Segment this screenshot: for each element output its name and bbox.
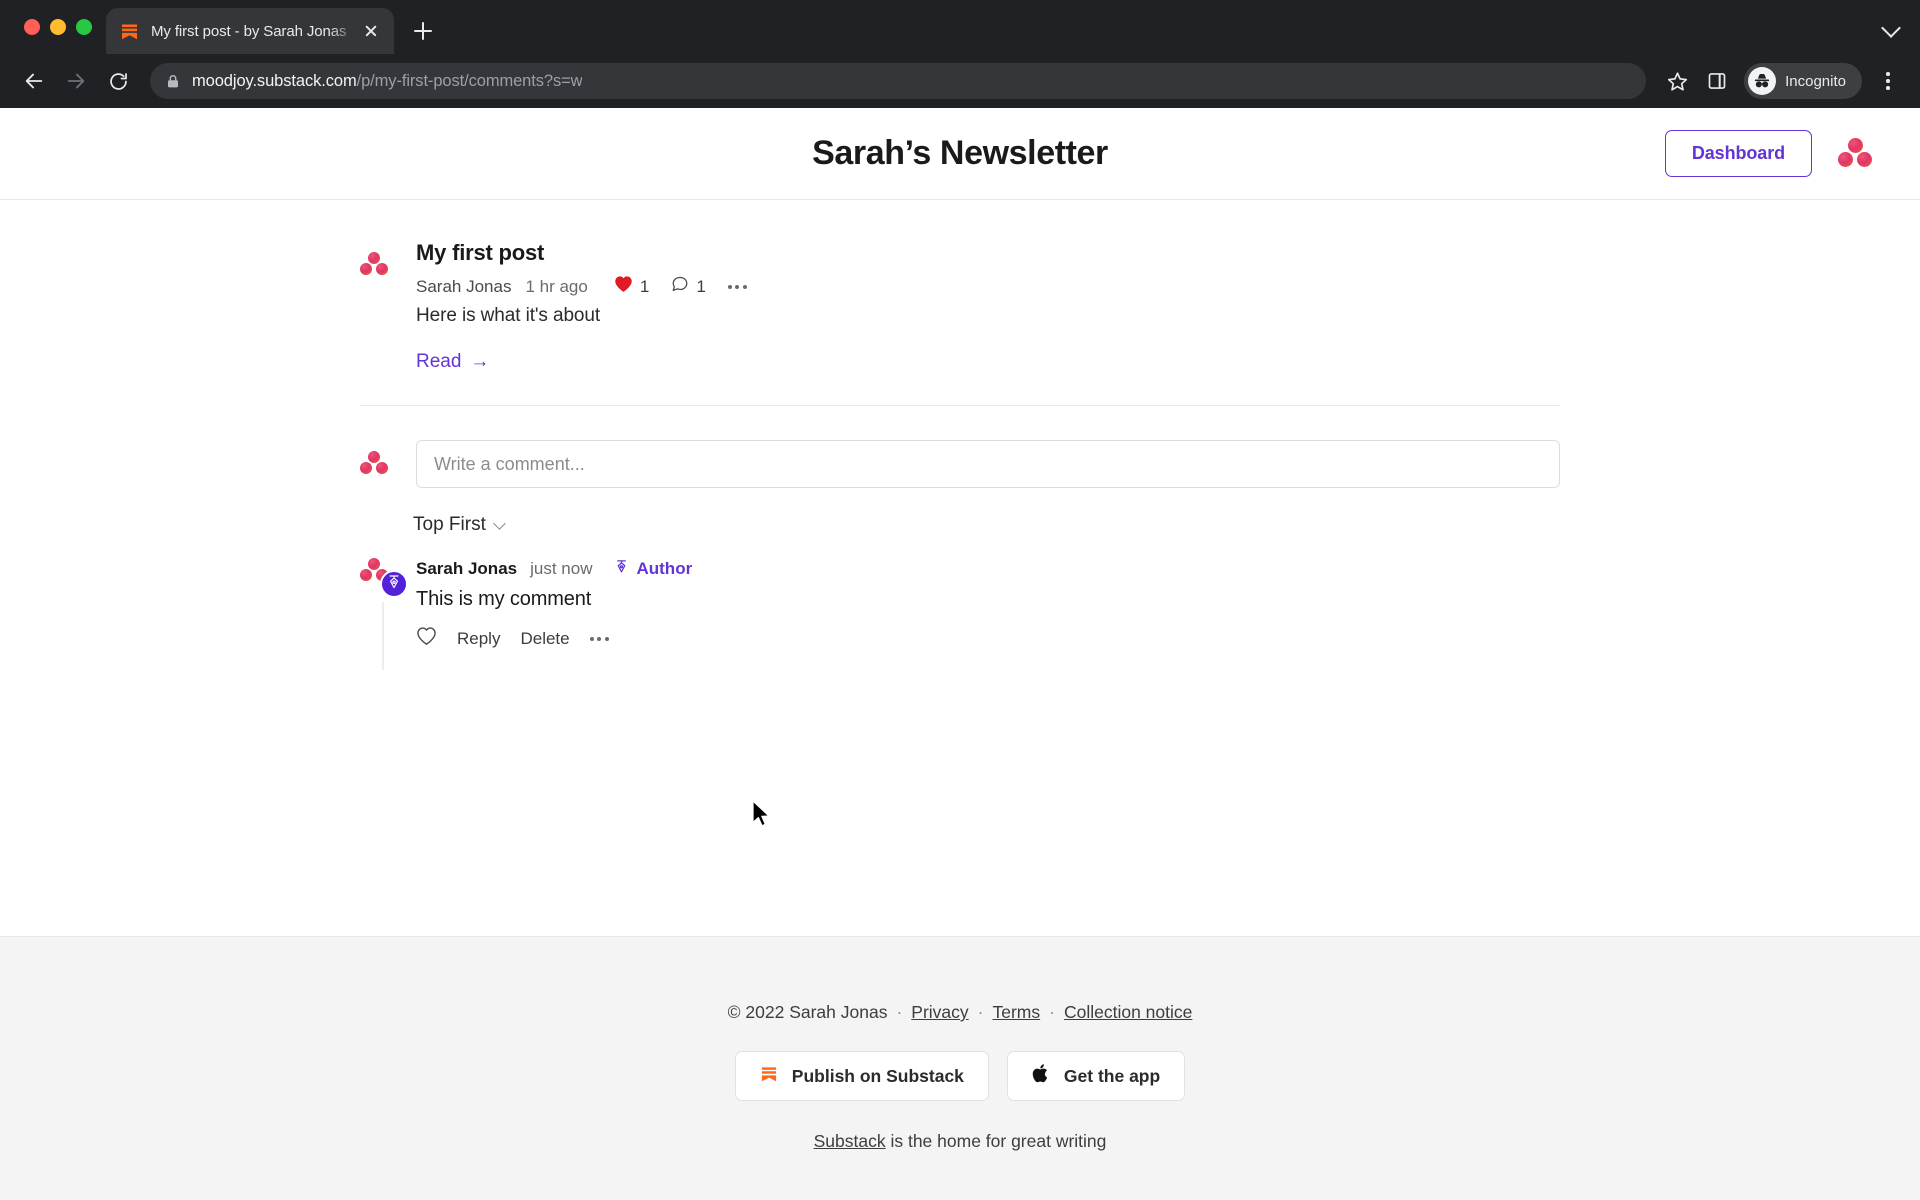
site-header: Sarah’s Newsletter Dashboard [0,108,1920,200]
mouse-cursor [751,800,773,835]
comment-actions: Reply Delete [416,626,1560,651]
pen-nib-icon [614,559,629,579]
window-minimize-button[interactable] [50,19,66,35]
get-the-app-button[interactable]: Get the app [1006,1051,1186,1101]
heart-outline-icon[interactable] [416,626,437,651]
browser-toolbar: moodjoy.substack.com/p/my-first-post/com… [0,54,1920,108]
substack-logo-avatar[interactable] [1838,137,1872,170]
post-body: My first post Sarah Jonas 1 hr ago 1 1 H… [416,240,1560,373]
post-title[interactable]: My first post [416,240,1560,266]
post-author: Sarah Jonas [416,276,512,296]
profile-label: Incognito [1785,72,1846,90]
copyright-text: © 2022 Sarah Jonas [727,1002,888,1022]
substack-link[interactable]: Substack [814,1131,886,1151]
page-content: Sarah’s Newsletter Dashboard My first po… [0,108,1920,1200]
back-arrow-icon[interactable] [14,61,54,101]
comment-input[interactable] [416,440,1560,488]
incognito-icon [1748,67,1777,95]
comment-composer [360,440,1560,488]
post-like-count[interactable]: 1 [614,275,649,298]
post-comment-count[interactable]: 1 [671,275,706,298]
ellipsis-icon[interactable] [727,284,747,289]
pen-nib-icon [386,574,402,595]
post-time: 1 hr ago [525,276,588,296]
composer-avatar [360,451,416,477]
separator-dot: · [977,1002,984,1022]
star-icon[interactable] [1658,62,1696,100]
window-close-button[interactable] [24,19,40,35]
tab-strip: My first post - by Sarah Jonas [0,0,1920,54]
footer-buttons: Publish on Substack Get the app [734,1051,1186,1101]
main-content: My first post Sarah Jonas 1 hr ago 1 1 H… [360,200,1560,670]
comment-reply-button[interactable]: Reply [457,629,500,649]
site-footer: © 2022 Sarah Jonas · Privacy · Terms · C… [0,936,1920,1200]
post-avatar [360,240,416,373]
comment-item: Sarah Jonas just now Author This is my c… [360,558,1560,670]
comment-author-name[interactable]: Sarah Jonas [416,559,517,579]
forward-arrow-icon[interactable] [56,61,96,101]
read-link[interactable]: Read → [416,351,489,373]
ellipsis-icon[interactable] [589,636,609,641]
window-traffic-lights [14,0,106,54]
thread-line [382,602,384,670]
kebab-menu-icon[interactable] [1870,62,1906,100]
window-maximize-button[interactable] [76,19,92,35]
app-button-label: Get the app [1063,1065,1161,1086]
tab-title: My first post - by Sarah Jonas [151,22,347,40]
chevron-down-icon [495,519,507,531]
heart-filled-icon [614,275,633,298]
post-subtitle: Here is what it's about [416,305,601,326]
comment-bubble-icon [671,275,689,298]
browser-chrome: My first post - by Sarah Jonas moodjoy.s… [0,0,1920,108]
post-preview[interactable]: My first post Sarah Jonas 1 hr ago 1 1 H… [360,222,1560,373]
footer-link-privacy[interactable]: Privacy [911,1002,968,1023]
address-bar[interactable]: moodjoy.substack.com/p/my-first-post/com… [150,63,1647,99]
read-label: Read [416,351,462,372]
comment-sort-label: Top First [413,514,486,535]
substack-icon [760,1065,778,1088]
post-meta: Sarah Jonas 1 hr ago 1 1 [416,275,1560,298]
post-comment-number: 1 [696,276,706,296]
page-title: Sarah’s Newsletter [812,134,1108,172]
tab-strip-right [1880,0,1920,54]
author-badge [380,570,408,598]
dashboard-button[interactable]: Dashboard [1664,130,1812,177]
section-divider [360,405,1560,406]
footer-tagline: Substack is the home for great writing [814,1131,1107,1152]
publish-button-label: Publish on Substack [791,1065,964,1086]
close-icon[interactable] [358,18,384,44]
address-bar-text: moodjoy.substack.com/p/my-first-post/com… [192,72,582,91]
post-like-number: 1 [639,276,650,296]
new-tab-button[interactable] [406,14,440,48]
comment-sort-dropdown[interactable]: Top First [413,514,507,536]
comment-body: Sarah Jonas just now Author This is my c… [416,558,1560,651]
tagline-rest: is the home for great writing [885,1131,1107,1151]
separator-dot: · [1049,1002,1055,1022]
footer-link-collection-notice[interactable]: Collection notice [1064,1002,1192,1023]
publish-on-substack-button[interactable]: Publish on Substack [734,1051,989,1101]
separator-dot: · [896,1002,903,1022]
address-path: /p/my-first-post/comments?s=w [356,71,583,90]
address-domain: moodjoy.substack.com [192,71,357,90]
side-panel-icon[interactable] [1698,62,1736,100]
lock-icon [166,74,180,89]
comment-delete-button[interactable]: Delete [520,629,569,649]
comment-avatar-group [360,558,416,670]
comment-text: This is my comment [416,588,592,610]
browser-tab[interactable]: My first post - by Sarah Jonas [106,8,394,54]
substack-icon [120,22,139,41]
chevron-down-icon[interactable] [1880,16,1902,38]
reload-icon[interactable] [98,61,138,101]
profile-incognito-button[interactable]: Incognito [1744,63,1862,99]
author-tag: Author [614,559,692,579]
header-actions: Dashboard [1664,130,1872,177]
apple-icon [1032,1063,1050,1089]
comment-header: Sarah Jonas just now Author [416,559,1560,579]
author-tag-label: Author [636,559,693,578]
arrow-right-icon: → [470,351,490,372]
footer-copyright-row: © 2022 Sarah Jonas · Privacy · Terms · C… [728,1002,1193,1023]
comment-time: just now [530,559,593,578]
toolbar-actions: Incognito [1658,62,1906,100]
footer-link-terms[interactable]: Terms [992,1002,1040,1023]
